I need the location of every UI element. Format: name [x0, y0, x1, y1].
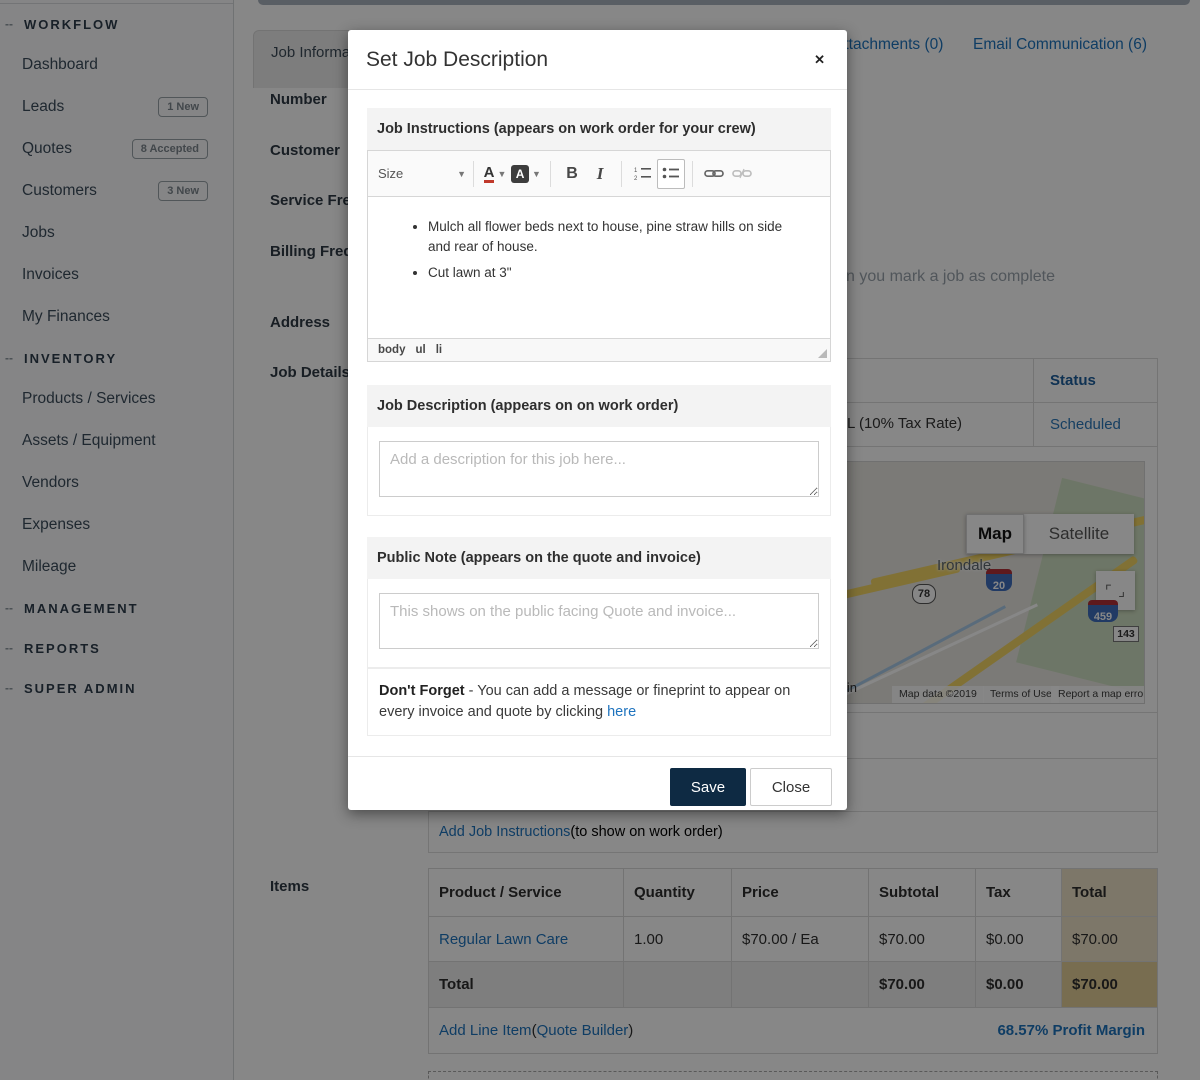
modal-body: Job Instructions (appears on work order …	[348, 90, 847, 736]
public-note-textarea[interactable]	[379, 593, 819, 649]
here-link[interactable]: here	[607, 704, 636, 720]
bullet-list-icon	[662, 166, 680, 181]
font-size-dropdown[interactable]: Size ▼	[378, 166, 466, 181]
background-color-icon: A	[511, 165, 529, 183]
numbered-list-icon: 12	[634, 166, 652, 181]
toolbar-separator	[473, 161, 474, 187]
dont-forget-note: Don't Forget - You can add a message or …	[367, 668, 831, 736]
dont-forget-bold: Don't Forget	[379, 683, 465, 699]
chevron-down-icon: ▼	[532, 169, 541, 179]
bold-button[interactable]: B	[558, 159, 586, 189]
italic-button[interactable]: I	[586, 159, 614, 189]
svg-text:1: 1	[634, 168, 638, 174]
instructions-list: Mulch all flower beds next to house, pin…	[428, 217, 830, 283]
job-description-textarea[interactable]	[379, 441, 819, 497]
editor-resize-handle[interactable]	[818, 349, 827, 358]
remove-link-button[interactable]	[728, 159, 756, 189]
job-description-panel	[367, 427, 831, 516]
insert-link-button[interactable]	[700, 159, 728, 189]
toolbar-separator	[692, 161, 693, 187]
background-color-button[interactable]: A▼	[509, 159, 543, 189]
font-size-label: Size	[378, 166, 454, 181]
public-note-panel	[367, 579, 831, 668]
chevron-down-icon: ▼	[457, 169, 466, 179]
toolbar-separator	[621, 161, 622, 187]
modal-header: Set Job Description ✕	[348, 30, 847, 90]
close-icon[interactable]: ✕	[810, 48, 829, 72]
bullet-list-button[interactable]	[657, 159, 685, 189]
close-button[interactable]: Close	[750, 768, 832, 806]
text-color-icon: A	[484, 165, 495, 183]
job-instructions-section-header: Job Instructions (appears on work order …	[367, 108, 831, 150]
instruction-item: Mulch all flower beds next to house, pin…	[428, 217, 788, 257]
editor-element-path: body ul li	[367, 338, 831, 362]
svg-text:2: 2	[634, 176, 638, 181]
set-job-description-modal: Set Job Description ✕ Job Instructions (…	[348, 30, 847, 810]
chevron-down-icon: ▼	[497, 169, 506, 179]
toolbar-separator	[550, 161, 551, 187]
bold-icon: B	[566, 165, 578, 183]
save-button[interactable]: Save	[670, 768, 746, 806]
instruction-item: Cut lawn at 3"	[428, 263, 788, 283]
app-screen: -- WORKFLOW Dashboard Leads1 New Quotes8…	[0, 0, 1200, 1080]
link-icon	[704, 167, 724, 180]
job-instructions-editor[interactable]: Mulch all flower beds next to house, pin…	[367, 196, 831, 338]
modal-footer: Save Close	[348, 756, 847, 817]
path-body[interactable]: body	[378, 344, 405, 356]
text-color-button[interactable]: A▼	[481, 159, 509, 189]
path-li[interactable]: li	[436, 344, 442, 356]
italic-icon: I	[597, 164, 604, 184]
job-description-section-header: Job Description (appears on on work orde…	[367, 385, 831, 427]
editor-toolbar: Size ▼ A▼ A▼ B I 12	[367, 150, 831, 196]
path-ul[interactable]: ul	[415, 344, 425, 356]
unlink-icon	[732, 167, 752, 180]
modal-title: Set Job Description	[366, 48, 810, 72]
numbered-list-button[interactable]: 12	[629, 159, 657, 189]
public-note-section-header: Public Note (appears on the quote and in…	[367, 537, 831, 579]
